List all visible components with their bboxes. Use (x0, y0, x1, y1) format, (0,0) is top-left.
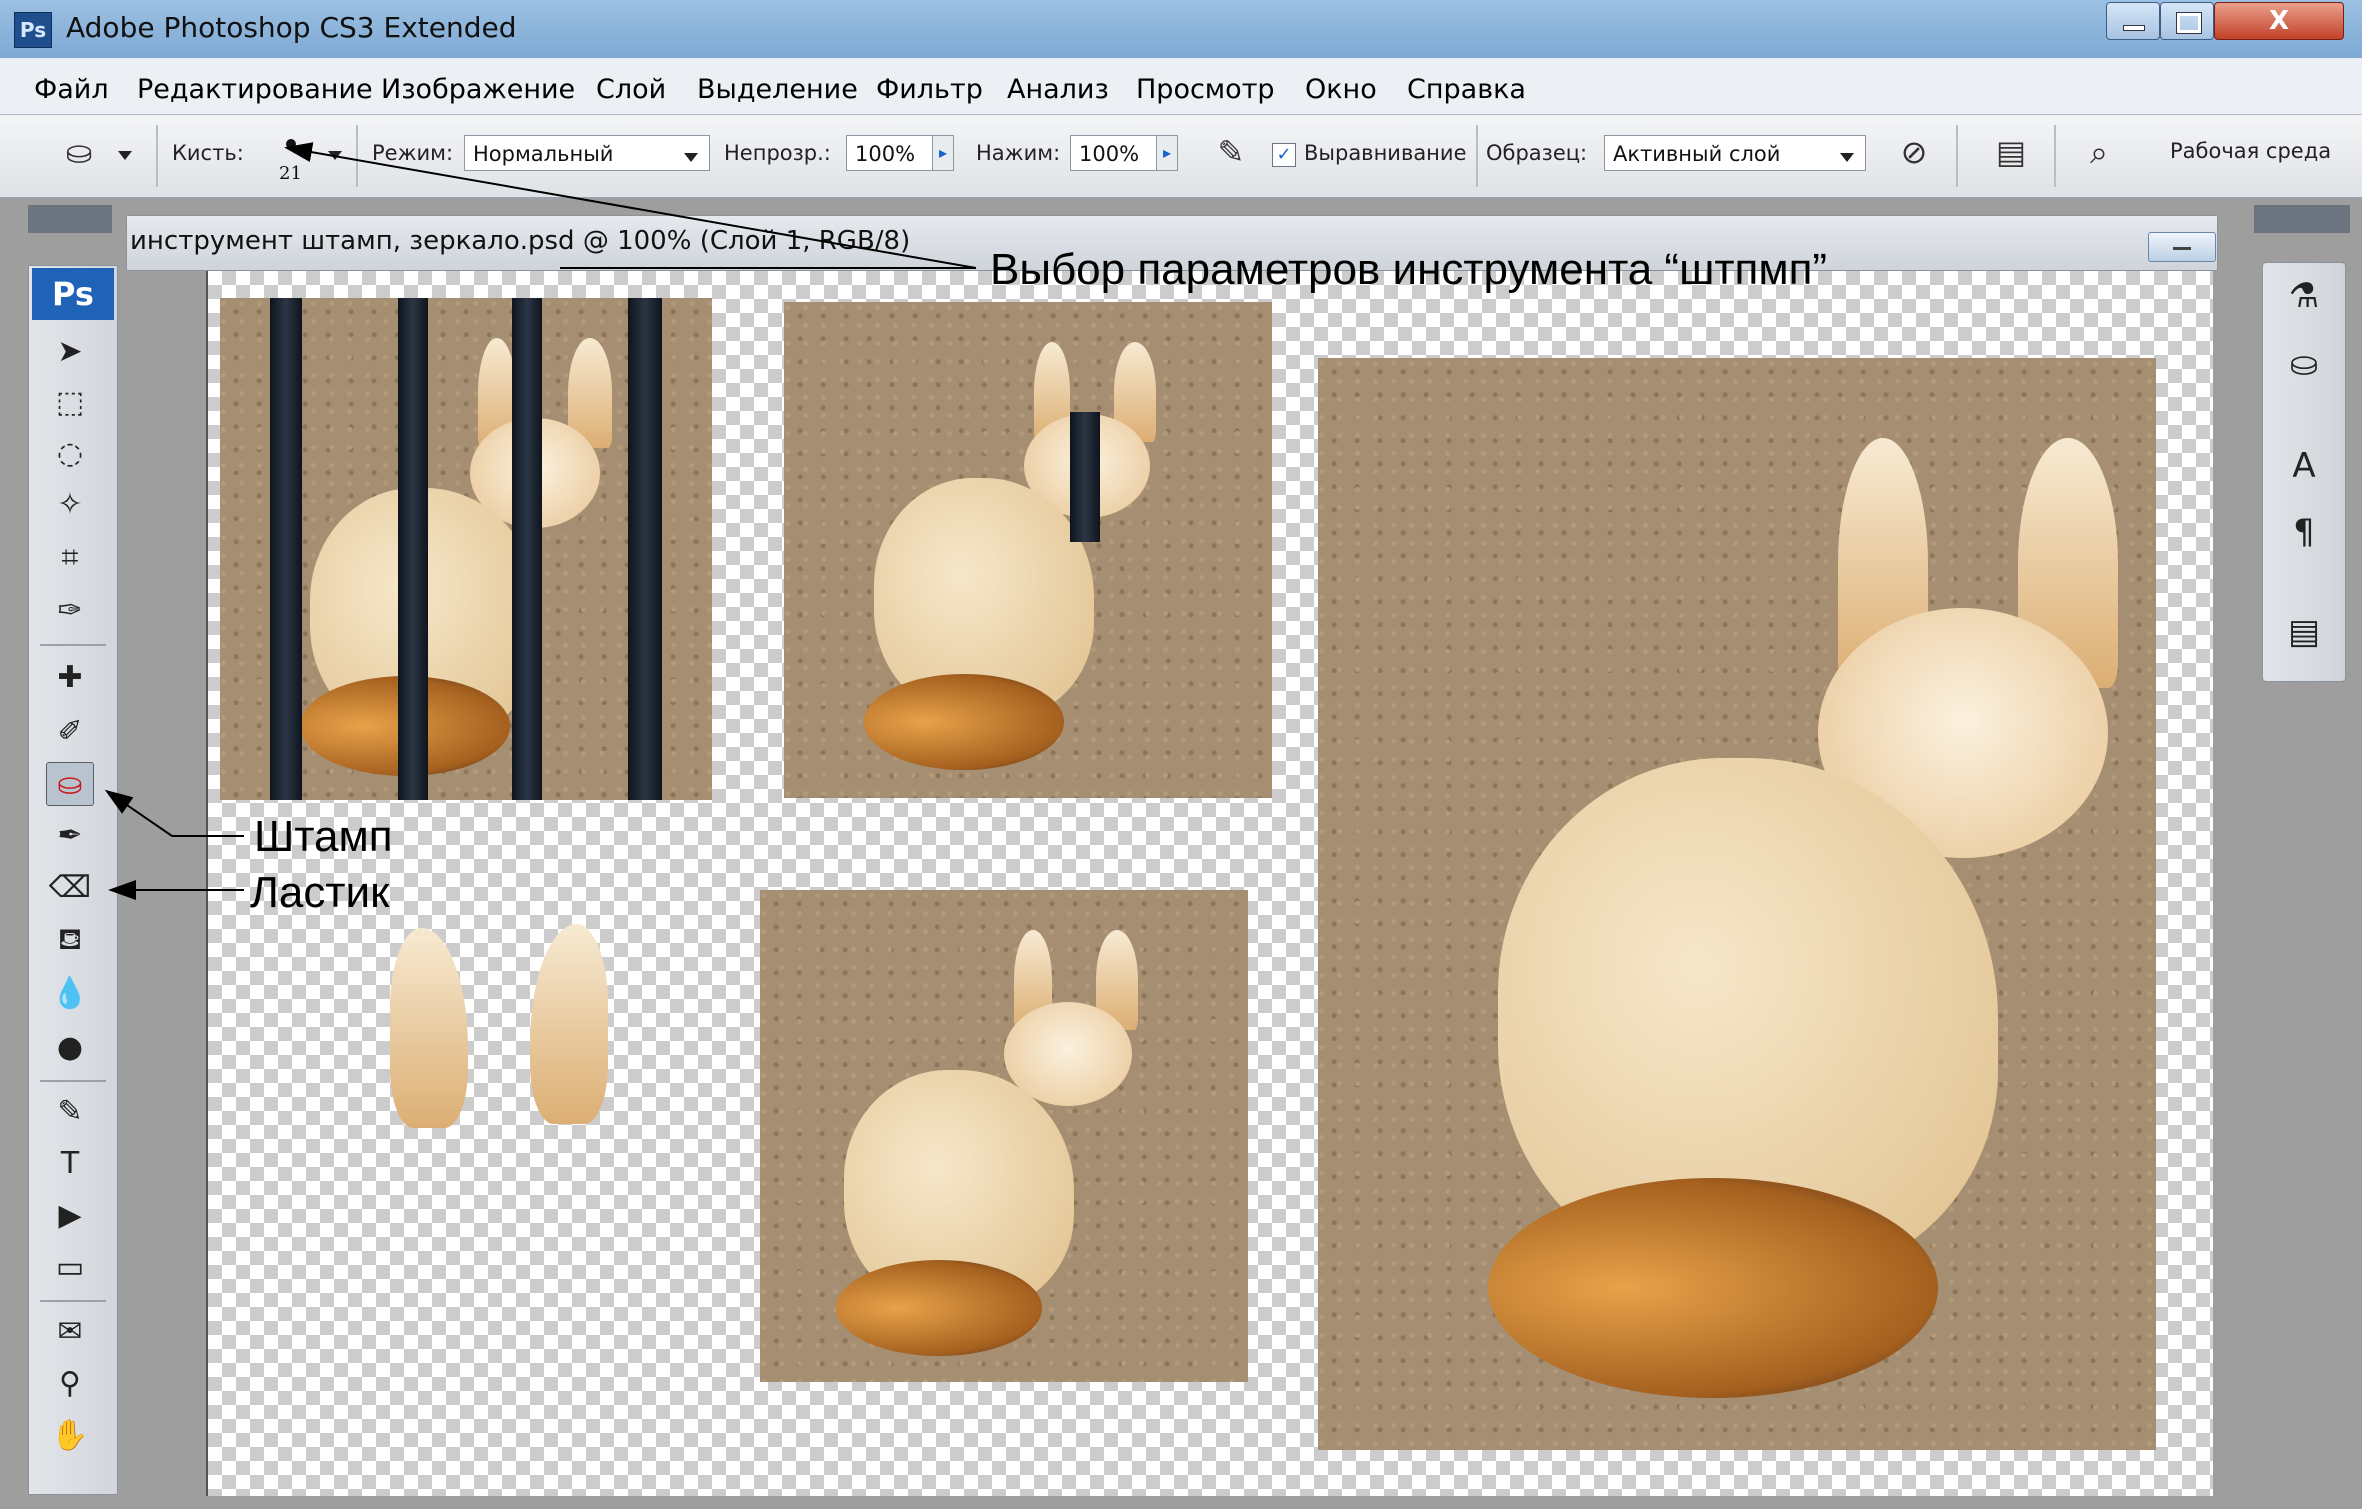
annotation-options: Выбор параметров инструмента “штпмп” (990, 245, 1828, 294)
annotation-stamp: Штамп (254, 812, 393, 861)
annotation-arrows (104, 142, 977, 900)
annotation-eraser: Ластик (250, 868, 390, 917)
arrow-to-stamp-tool (104, 789, 244, 837)
arrow-to-brush-options (284, 142, 977, 269)
